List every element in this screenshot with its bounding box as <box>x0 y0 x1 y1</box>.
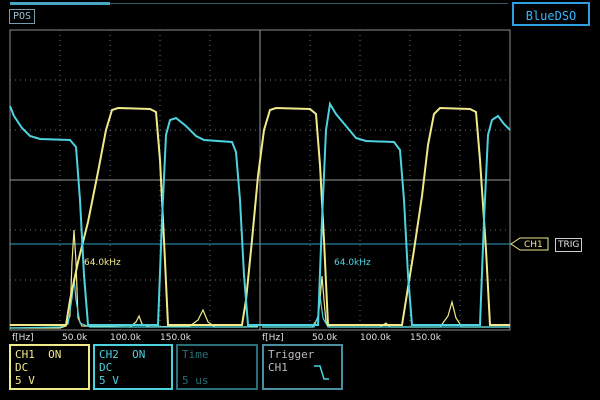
trig-badge[interactable]: TRIG <box>555 238 583 252</box>
fft-axis-label: f[Hz] <box>262 333 284 343</box>
trigger-channel-label: CH1 <box>524 240 543 250</box>
ch2-scale: 5 V <box>99 374 119 387</box>
trigger-level-marker[interactable]: CH1 <box>510 237 549 251</box>
fft-tick-3: 150.0k <box>410 333 442 343</box>
ch1-fft-left <box>10 229 259 329</box>
fft-tick-1: 50.0k <box>312 333 338 343</box>
falling-edge-icon <box>314 365 329 380</box>
scope-screen[interactable]: f[Hz] 50.0k 100.0k 150.0k f[Hz] 50.0k 10… <box>0 0 600 400</box>
ch2-panel[interactable]: CH2 ON DC 5 V <box>93 344 173 390</box>
trigger-panel[interactable]: Trigger CH1 <box>262 344 343 390</box>
ch2-state: ON <box>132 348 146 361</box>
time-panel[interactable]: Time 5 us <box>176 344 258 390</box>
ch2-coupling: DC <box>99 361 113 374</box>
fft-tick-3: 150.0k <box>160 333 192 343</box>
fft-axis-left: f[Hz] 50.0k 100.0k 150.0k <box>12 333 192 343</box>
fft-axis-label: f[Hz] <box>12 333 34 343</box>
ch1-panel[interactable]: CH1 ON DC 5 V <box>9 344 90 390</box>
fft-axis-right: f[Hz] 50.0k 100.0k 150.0k <box>262 333 442 343</box>
fft-peak-label-right: 64.0kHz <box>334 258 371 268</box>
trigger-name: Trigger <box>268 348 315 361</box>
ch2-name: CH2 <box>99 348 119 361</box>
ch1-state: ON <box>48 348 62 361</box>
ch2-fft-left <box>9 277 258 329</box>
ch1-name: CH1 <box>15 348 35 361</box>
fft-tick-1: 50.0k <box>62 333 88 343</box>
ch1-fft-right <box>262 275 510 328</box>
fft-peak-label-left: 64.0kHz <box>84 258 121 268</box>
time-value: 5 us <box>182 374 209 387</box>
fft-tick-2: 100.0k <box>110 333 142 343</box>
ch1-scale: 5 V <box>15 374 35 387</box>
fft-tick-2: 100.0k <box>360 333 392 343</box>
time-name: Time <box>182 348 209 361</box>
ch1-coupling: DC <box>15 361 29 374</box>
